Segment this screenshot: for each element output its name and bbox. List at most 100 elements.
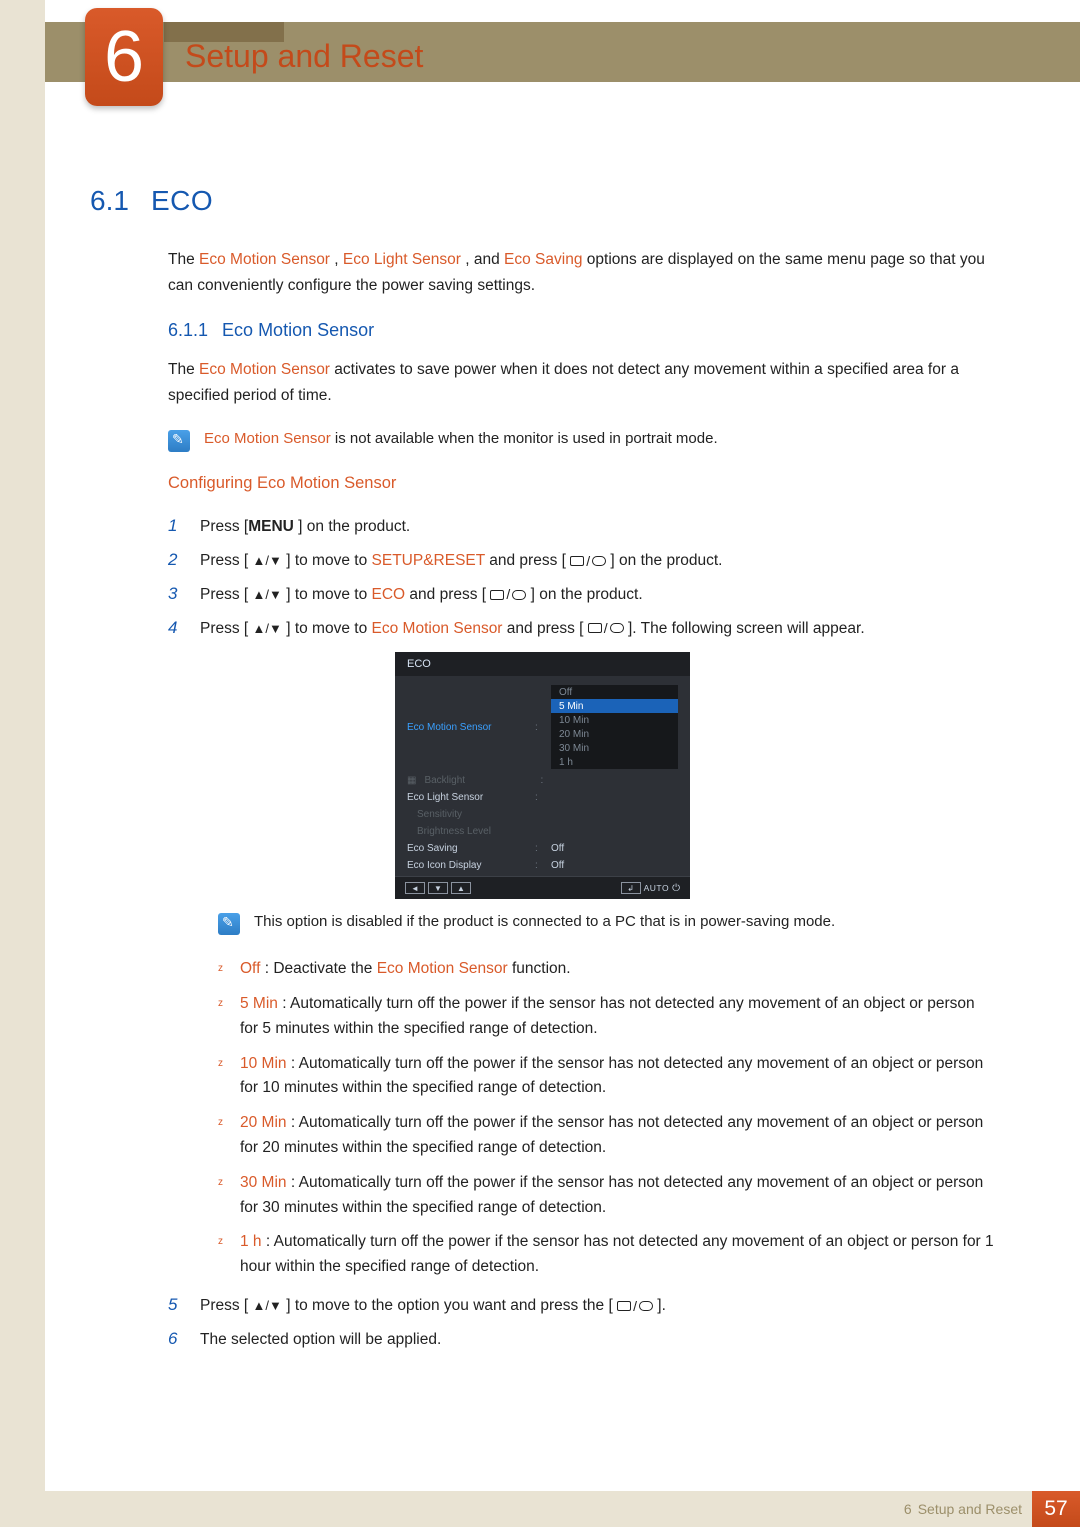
term-eco-motion-sensor: Eco Motion Sensor <box>204 430 331 447</box>
section-title: ECO <box>151 185 213 217</box>
text: Automatically turn off the power if the … <box>240 1174 983 1216</box>
osd-row-brightness-level: Brightness Level <box>395 823 690 840</box>
note-icon <box>168 430 190 452</box>
chapter-title: Setup and Reset <box>185 38 423 75</box>
note-portrait-mode: Eco Motion Sensor is not available when … <box>168 430 995 452</box>
note-text: Eco Motion Sensor is not available when … <box>204 430 718 447</box>
osd-option-1h: 1 h <box>551 755 678 769</box>
step-body: Press [MENU ] on the product. <box>200 513 995 540</box>
term-eco: ECO <box>372 586 406 603</box>
step-body: Press [ ▲/▼ ] to move to the option you … <box>200 1292 995 1319</box>
note-power-saving: This option is disabled if the product i… <box>218 913 995 935</box>
option-term: 10 Min <box>240 1055 287 1072</box>
option-term: 1 h <box>240 1233 262 1250</box>
osd-value: Off <box>551 860 564 871</box>
option-30min: 30 Min : Automatically turn off the powe… <box>218 1171 995 1221</box>
step-6: 6 The selected option will be applied. <box>168 1324 995 1354</box>
note-text: This option is disabled if the product i… <box>254 913 835 930</box>
text: ]. The following screen will appear. <box>624 620 865 637</box>
text: is not available when the monitor is use… <box>331 430 718 447</box>
section-number: 6.1 <box>90 185 129 217</box>
text: ] to move to the option you want and pre… <box>282 1297 617 1314</box>
option-term: 20 Min <box>240 1114 287 1131</box>
text: , <box>330 251 343 268</box>
osd-row-backlight: ▦Backlight: <box>395 772 690 789</box>
subsection-title: Eco Motion Sensor <box>222 320 374 340</box>
osd-auto-label: AUTO <box>644 883 669 893</box>
text: Automatically turn off the power if the … <box>240 1233 994 1275</box>
step-number: 5 <box>168 1290 182 1320</box>
step-2: 2 Press [ ▲/▼ ] to move to SETUP&RESET a… <box>168 545 995 575</box>
enter-icon: / <box>570 549 606 574</box>
osd-colon: : <box>535 722 543 733</box>
step-body: The selected option will be applied. <box>200 1326 995 1353</box>
page-number: 57 <box>1032 1491 1080 1527</box>
step-number: 3 <box>168 579 182 609</box>
step-3: 3 Press [ ▲/▼ ] to move to ECO and press… <box>168 579 995 609</box>
osd-screenshot: ECO Eco Motion Sensor : Off 5 Min 10 Min… <box>395 652 690 899</box>
term-eco-light-sensor: Eco Light Sensor <box>343 251 461 268</box>
enter-icon: / <box>588 616 624 641</box>
option-20min: 20 Min : Automatically turn off the powe… <box>218 1111 995 1161</box>
osd-row-eco-icon-display: Eco Icon Display:Off <box>395 857 690 874</box>
step-body: Press [ ▲/▼ ] to move to ECO and press [… <box>200 581 995 608</box>
text: Automatically turn off the power if the … <box>240 1114 983 1156</box>
up-down-icon: ▲/▼ <box>253 621 282 636</box>
text: ] on the product. <box>294 518 410 535</box>
section-heading: 6.1 ECO <box>90 185 995 217</box>
note-icon <box>218 913 240 935</box>
page-footer: 6Setup and Reset 57 <box>45 1491 1080 1527</box>
page-content: 6.1 ECO The Eco Motion Sensor , Eco Ligh… <box>90 185 995 1358</box>
term-setup-reset: SETUP&RESET <box>372 552 485 569</box>
options-list: Off : Deactivate the Eco Motion Sensor f… <box>218 957 995 1280</box>
step-4: 4 Press [ ▲/▼ ] to move to Eco Motion Se… <box>168 613 995 643</box>
osd-down-icon: ▼ <box>428 882 448 894</box>
option-1h: 1 h : Automatically turn off the power i… <box>218 1230 995 1280</box>
osd-row-eco-light-sensor: Eco Light Sensor: <box>395 789 690 806</box>
text: Press [ <box>200 518 248 535</box>
option-off: Off : Deactivate the Eco Motion Sensor f… <box>218 957 995 982</box>
term-eco-motion-sensor: Eco Motion Sensor <box>377 960 508 977</box>
osd-row-sensitivity: Sensitivity <box>395 806 690 823</box>
step-number: 2 <box>168 545 182 575</box>
steps-list: 1 Press [MENU ] on the product. 2 Press … <box>168 511 995 642</box>
text: Press [ <box>200 552 253 569</box>
osd-label: Eco Icon Display <box>407 860 527 871</box>
option-10min: 10 Min : Automatically turn off the powe… <box>218 1052 995 1102</box>
osd-option-20min: 20 Min <box>551 727 678 741</box>
text: ] on the product. <box>526 586 642 603</box>
text: Automatically turn off the power if the … <box>240 995 975 1037</box>
text: and press [ <box>405 586 490 603</box>
osd-option-30min: 30 Min <box>551 741 678 755</box>
text: Press [ <box>200 586 253 603</box>
text: : <box>260 960 273 977</box>
osd-title: ECO <box>395 652 690 676</box>
option-term: 5 Min <box>240 995 278 1012</box>
steps-list-continued: 5 Press [ ▲/▼ ] to move to the option yo… <box>168 1290 995 1354</box>
menu-button-label: MENU <box>248 518 294 535</box>
osd-label: Backlight <box>424 775 532 786</box>
osd-enter-icon: ↲ <box>621 882 641 894</box>
text: : <box>287 1174 299 1191</box>
osd-up-icon: ▲ <box>451 882 471 894</box>
text: : <box>287 1114 299 1131</box>
text: Press [ <box>200 620 253 637</box>
osd-option-10min: 10 Min <box>551 713 678 727</box>
term-eco-saving: Eco Saving <box>504 251 582 268</box>
text: Deactivate the <box>273 960 376 977</box>
osd-button-bar: ◄▼▲ ↲AUTO⏻ <box>395 876 690 899</box>
osd-power-icon: ⏻ <box>672 883 680 894</box>
step-body: Press [ ▲/▼ ] to move to SETUP&RESET and… <box>200 547 995 574</box>
osd-label: Eco Motion Sensor <box>407 722 527 733</box>
osd-label: Brightness Level <box>407 826 527 837</box>
step-number: 4 <box>168 613 182 643</box>
step-number: 6 <box>168 1324 182 1354</box>
text: Automatically turn off the power if the … <box>240 1055 983 1097</box>
option-5min: 5 Min : Automatically turn off the power… <box>218 992 995 1042</box>
footer-chapter: 6Setup and Reset <box>904 1501 1022 1517</box>
text: function. <box>508 960 571 977</box>
osd-row-eco-motion-sensor: Eco Motion Sensor : Off 5 Min 10 Min 20 … <box>395 682 690 772</box>
text: ]. <box>653 1297 666 1314</box>
term-eco-motion-sensor: Eco Motion Sensor <box>199 361 330 378</box>
text: ] to move to <box>282 620 372 637</box>
